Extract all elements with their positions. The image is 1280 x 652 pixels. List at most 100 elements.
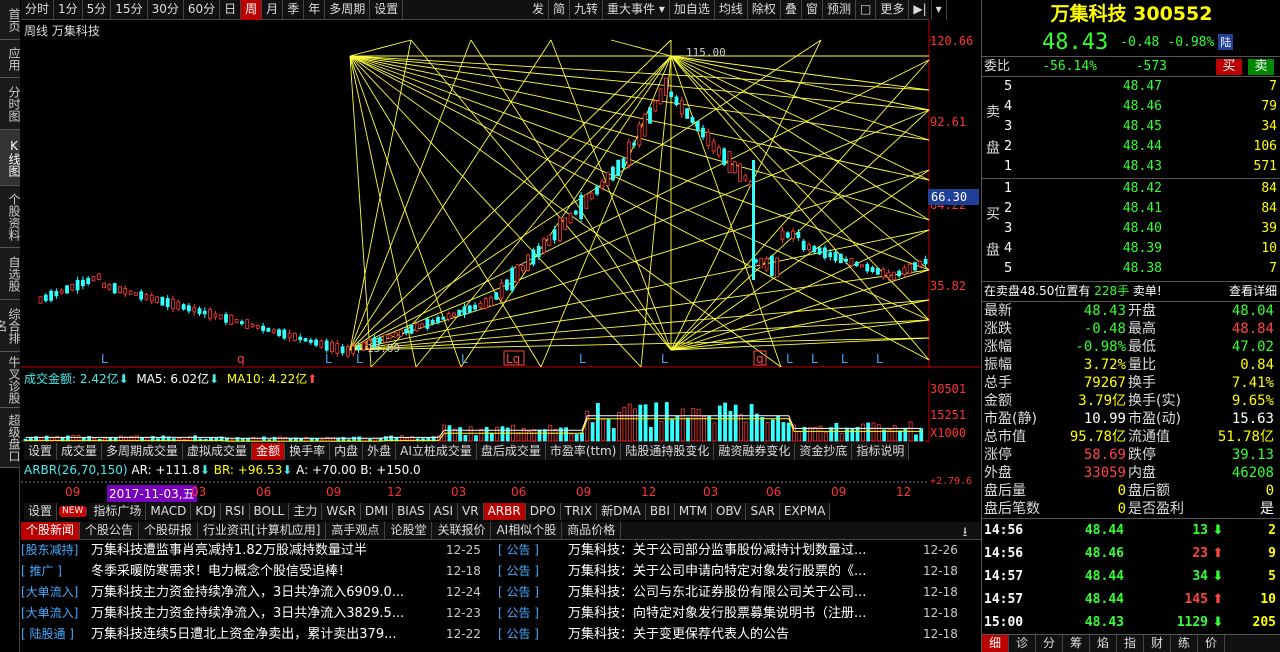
indicator-tab-5[interactable]: 换手率 <box>285 443 331 460</box>
period-tab-9[interactable]: 季 <box>283 0 305 20</box>
detail-tab-1[interactable]: 诊 <box>1009 635 1036 652</box>
order-book-row[interactable]: 5 48.38 7 <box>1002 259 1280 279</box>
indicator2-tab-19[interactable]: OBV <box>711 503 747 520</box>
left-nav-item-3[interactable]: K线图 <box>0 130 21 186</box>
indicator-tab-14[interactable]: 指标说明 <box>852 443 910 460</box>
indicator2-tab-5[interactable]: RSI <box>221 503 250 520</box>
news-row[interactable]: [ 推广 ] 冬季采暖防寒需求！电力概念个股信受追棒！ 12-18[ 公告 ] 万集科… <box>21 561 981 582</box>
period-tab-7[interactable]: 周 <box>241 0 263 20</box>
news-tab-8[interactable]: 商品价格 <box>562 522 622 540</box>
news-row[interactable]: [ 陆股通 ] 万集科技连续5日遭北上资金净卖出，累计卖出379... 12-22 [… <box>21 624 981 645</box>
indicator2-tab-14[interactable]: DPO <box>525 503 561 520</box>
news-tab-2[interactable]: 个股研报 <box>139 522 199 540</box>
tool-button-9[interactable]: 预测 <box>823 0 856 20</box>
indicator-tab-13[interactable]: 资金抄底 <box>795 443 853 460</box>
news-row[interactable]: [股东减持] 万集科技遭监事肖亮减持1.82万股减持数量过半 12-25 [ 公告 ]… <box>21 540 981 561</box>
order-book-row[interactable]: 1 48.42 84 <box>1002 179 1280 199</box>
indicator2-tab-3[interactable]: MACD <box>146 503 192 520</box>
indicator2-tab-20[interactable]: SAR <box>746 503 780 520</box>
indicator2-tab-21[interactable]: EXPMA <box>779 503 831 520</box>
tool-button-8[interactable]: 窗 <box>802 0 823 20</box>
indicator2-tab-15[interactable]: TRIX <box>560 503 598 520</box>
left-nav-item-1[interactable]: 应用 <box>0 40 21 78</box>
tool-button-13[interactable]: ▾ <box>932 0 947 20</box>
period-tab-6[interactable]: 日 <box>220 0 242 20</box>
indicator2-tab-1[interactable]: NEW <box>59 506 88 517</box>
indicator2-tab-4[interactable]: KDJ <box>191 503 221 520</box>
tool-button-0[interactable]: 发 <box>528 0 550 20</box>
kline-chart[interactable]: Lq L L L Lq L Lq L L L L <box>21 20 981 368</box>
period-tab-2[interactable]: 5分 <box>83 0 112 20</box>
announcement-title[interactable]: 万集科技：公司与东北证券股份有限公司关于公司... <box>568 582 923 603</box>
view-detail-link[interactable]: 查看详细 <box>1229 282 1277 301</box>
left-nav-item-8[interactable]: 超级盘口 <box>0 408 21 468</box>
volume-chart[interactable] <box>21 380 981 442</box>
news-row[interactable]: [大单流入] 万集科技主力资金持续净流入，3日共净流入6909.0... 12-24… <box>21 582 981 603</box>
news-tab-7[interactable]: AI相似个股 <box>491 522 563 540</box>
period-tab-0[interactable]: 分时 <box>21 0 55 20</box>
announcement-title[interactable]: 万集科技：关于公司申请向特定对象发行股票的《... <box>568 561 923 582</box>
tool-button-4[interactable]: 加自选 <box>670 0 715 20</box>
period-tab-4[interactable]: 30分 <box>148 0 184 20</box>
news-title[interactable]: 万集科技遭监事肖亮减持1.82万股减持数量过半 <box>91 540 446 561</box>
order-book-row[interactable]: 1 48.43 571 <box>1002 157 1280 177</box>
period-tab-3[interactable]: 15分 <box>111 0 148 20</box>
news-tab-3[interactable]: 行业资讯[计算机应用] <box>198 522 327 540</box>
detail-tab-3[interactable]: 筹 <box>1063 635 1090 652</box>
indicator2-tab-6[interactable]: BOLL <box>249 503 290 520</box>
tool-button-6[interactable]: 除权 <box>748 0 781 20</box>
detail-tab-6[interactable]: 财 <box>1144 635 1171 652</box>
indicator2-tab-16[interactable]: 新DMA <box>597 503 646 520</box>
detail-tab-4[interactable]: 焰 <box>1090 635 1117 652</box>
indicator-tab-7[interactable]: 外盘 <box>363 443 397 460</box>
news-title[interactable]: 万集科技主力资金持续净流入，3日共净流入6909.0... <box>91 582 446 603</box>
tool-button-5[interactable]: 均线 <box>715 0 748 20</box>
period-tab-8[interactable]: 月 <box>262 0 284 20</box>
indicator2-tab-18[interactable]: MTM <box>674 503 712 520</box>
period-tab-11[interactable]: 多周期 <box>325 0 371 20</box>
detail-tab-2[interactable]: 分 <box>1036 635 1063 652</box>
indicator2-tab-10[interactable]: BIAS <box>393 503 430 520</box>
news-title[interactable]: 万集科技连续5日遭北上资金净卖出，累计卖出379... <box>91 624 446 645</box>
tool-button-7[interactable]: 叠 <box>781 0 802 20</box>
indicator2-tab-0[interactable]: 设置 <box>24 503 58 520</box>
buy-button[interactable]: 买 <box>1216 59 1242 75</box>
indicator-tab-9[interactable]: 盘后成交量 <box>476 443 546 460</box>
indicator-tab-11[interactable]: 陆股通持股变化 <box>621 443 715 460</box>
indicator2-tab-2[interactable]: 指标广场 <box>89 503 147 520</box>
period-tab-12[interactable]: 设置 <box>370 0 404 20</box>
period-tab-10[interactable]: 年 <box>304 0 326 20</box>
announcement-title[interactable]: 万集科技：向特定对象发行股票募集说明书（注册... <box>568 603 923 624</box>
news-row[interactable]: [大单流入] 万集科技主力资金持续净流入，3日共净流入3829.5... 12-23… <box>21 603 981 624</box>
indicator2-tab-11[interactable]: ASI <box>429 503 459 520</box>
tool-button-11[interactable]: 更多 <box>876 0 910 20</box>
indicator-tab-8[interactable]: AI立桩成交量 <box>396 443 477 460</box>
left-nav-item-4[interactable]: 个股资料 <box>0 186 21 248</box>
detail-tab-5[interactable]: 指 <box>1117 635 1144 652</box>
indicator2-tab-17[interactable]: BBI <box>645 503 675 520</box>
detail-tab-8[interactable]: 价 <box>1198 635 1225 652</box>
left-nav-item-2[interactable]: 分时图 <box>0 78 21 130</box>
detail-tab-7[interactable]: 练 <box>1171 635 1198 652</box>
order-book-row[interactable]: 4 48.39 10 <box>1002 239 1280 259</box>
indicator2-tab-13[interactable]: ARBR <box>483 503 526 520</box>
order-book-row[interactable]: 3 48.40 39 <box>1002 219 1280 239</box>
indicator2-tab-12[interactable]: VR <box>458 503 484 520</box>
indicator-tab-3[interactable]: 虚拟成交量 <box>183 443 253 460</box>
announcement-title[interactable]: 万集科技：关于公司部分监事股份减持计划数量过... <box>568 540 923 561</box>
download-icon[interactable]: ⭳ <box>955 523 975 540</box>
news-tab-6[interactable]: 关联报价 <box>432 522 492 540</box>
indicator-tab-0[interactable]: 设置 <box>24 443 58 460</box>
tool-button-1[interactable]: 简 <box>549 0 571 20</box>
period-tab-1[interactable]: 1分 <box>54 0 83 20</box>
news-tab-4[interactable]: 高手观点 <box>326 522 386 540</box>
indicator-tab-12[interactable]: 融资融券变化 <box>714 443 796 460</box>
indicator2-tab-9[interactable]: DMI <box>360 503 394 520</box>
news-tab-0[interactable]: 个股新闻 <box>21 522 81 540</box>
tool-button-12[interactable]: ▶| <box>909 0 932 20</box>
left-nav-item-7[interactable]: 牛叉诊股 <box>0 352 21 408</box>
tool-button-2[interactable]: 九转 <box>570 0 604 20</box>
tool-button-3[interactable]: 重大事件 ▾ <box>603 0 670 20</box>
indicator-tab-4[interactable]: 金额 <box>252 443 286 460</box>
indicator-tab-2[interactable]: 多周期成交量 <box>102 443 184 460</box>
